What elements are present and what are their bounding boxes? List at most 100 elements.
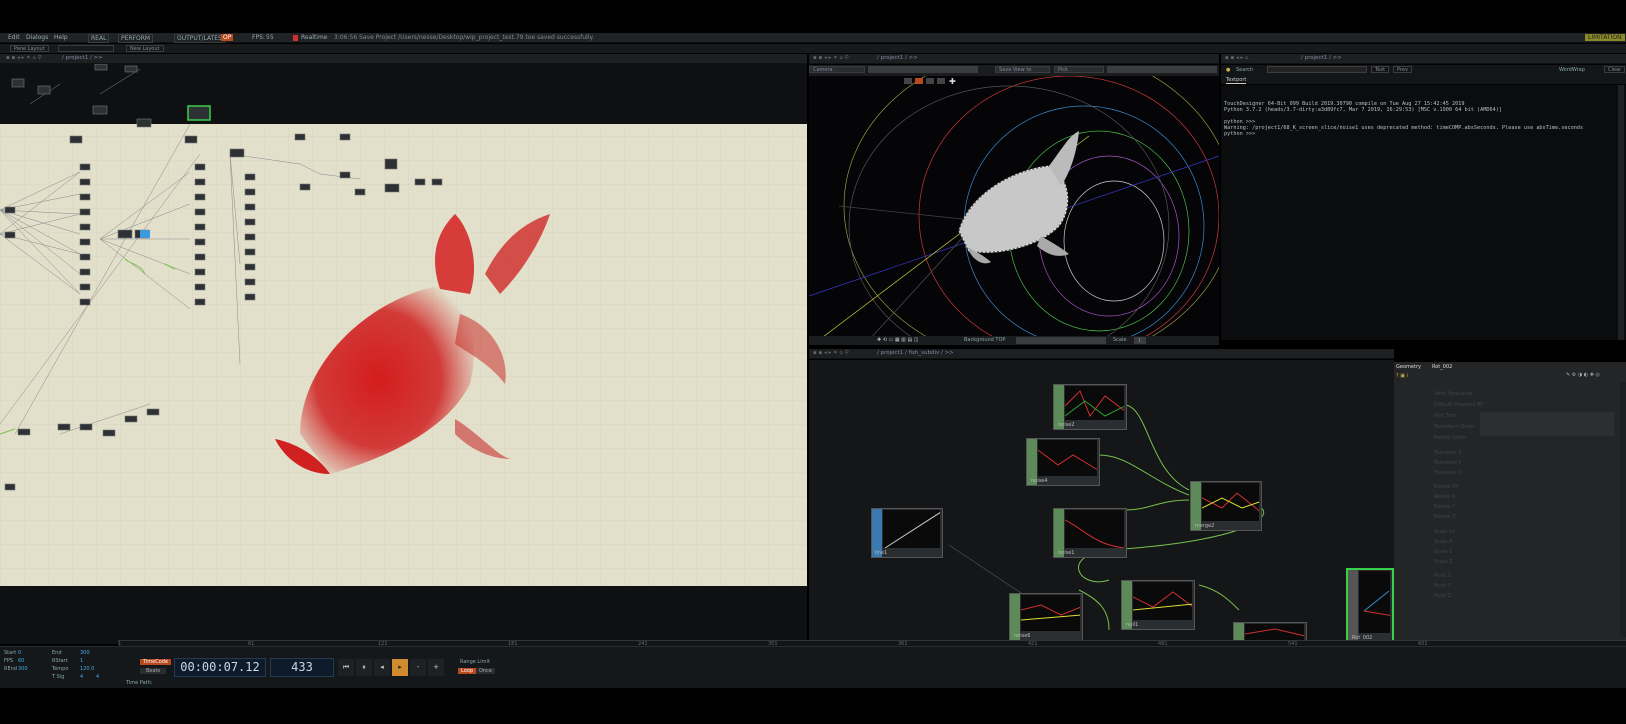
param-row[interactable]: Pivot Y: [1434, 583, 1451, 589]
selected-node[interactable]: [187, 105, 211, 121]
once-toggle[interactable]: Once: [476, 668, 495, 674]
textport-output[interactable]: TouchDesigner 64-Bit 099 Build 2019.3079…: [1221, 85, 1626, 340]
beats-toggle[interactable]: Beats: [140, 668, 167, 674]
3d-viewer[interactable]: ✚: [809, 76, 1219, 340]
output-button[interactable]: OUTPUT/LATES: [174, 34, 225, 43]
new-layout-button[interactable]: New Layout: [126, 45, 164, 52]
3d-viewport-graphic[interactable]: ✚: [809, 76, 1219, 340]
param-row[interactable]: Rotate Y: [1434, 504, 1455, 510]
stat-value[interactable]: 1: [80, 658, 83, 664]
stat-value[interactable]: 120.0: [80, 666, 94, 672]
play-button-icon[interactable]: ▸: [392, 659, 408, 676]
pane-header-icons[interactable]: ▪ ▪ ◂ ▸ ✦ ⌂ ⚲: [6, 55, 42, 61]
viewer-header-icons[interactable]: ▪ ▪ ◂ ▸ ✦ ⌂ ⚲: [813, 55, 849, 61]
node-label: null1: [1126, 622, 1139, 628]
param-row[interactable]: Transform Order: [1434, 424, 1475, 430]
camera-select[interactable]: Camera: [809, 66, 865, 73]
param-row[interactable]: Pivot Z: [1434, 593, 1451, 599]
pick-select[interactable]: Pick: [1054, 66, 1104, 73]
param-row[interactable]: Scale Y: [1434, 549, 1452, 555]
text-button[interactable]: Text: [1371, 66, 1390, 73]
param-row[interactable]: Rotate Z: [1434, 514, 1455, 520]
layout-slots[interactable]: [58, 45, 114, 52]
timecode-display[interactable]: 00:00:07.12: [174, 658, 266, 677]
param-toolbar-icons[interactable]: ✎ ⚙ ◑ ◐ ✚ ◎: [1566, 372, 1600, 378]
clear-button[interactable]: Clear: [1604, 66, 1626, 73]
stat-value[interactable]: 300: [18, 666, 28, 672]
op-badge[interactable]: OP: [221, 34, 234, 41]
node-null1[interactable]: null1: [1121, 580, 1195, 630]
stat-value[interactable]: 0: [18, 650, 21, 656]
prev-button[interactable]: Prev: [1393, 66, 1412, 73]
parameter-pane[interactable]: Geometry Rot_002 ? ▣ i ✎ ⚙ ◑ ◐ ✚ ◎ Xord …: [1394, 362, 1626, 644]
param-row[interactable]: Scale 1x: [1434, 529, 1455, 535]
textport-pane-path[interactable]: / project1 / >>: [1301, 55, 1342, 61]
pick-input[interactable]: [1107, 66, 1217, 73]
param-field-block[interactable]: [1480, 412, 1614, 436]
pane-layout-button[interactable]: Pane Layout: [10, 45, 49, 52]
background-top-input[interactable]: [1016, 337, 1106, 344]
param-row[interactable]: Translate Y: [1434, 460, 1461, 466]
step-back-button-icon[interactable]: ◂: [374, 659, 390, 676]
minus-button-icon[interactable]: -: [410, 659, 426, 676]
pause-button-icon[interactable]: ⏸: [356, 659, 372, 676]
op-name-label[interactable]: Rot_002: [1432, 364, 1452, 370]
param-row[interactable]: Rotate Order: [1434, 435, 1466, 441]
network-editor[interactable]: noise2 noise4 merge2 line1 noise1 noise6…: [809, 360, 1394, 644]
viewer-bottom-icons[interactable]: ✚ ⟲ ▭ ▦ ▥ ▤ ◫: [877, 337, 919, 343]
param-row[interactable]: Scale X: [1434, 539, 1452, 545]
stat-value[interactable]: 4: [80, 674, 83, 680]
timecode-toggle[interactable]: TimeCode: [140, 659, 172, 665]
node-line1[interactable]: line1: [871, 508, 943, 558]
left-pane-path[interactable]: / project1 / >>: [62, 55, 103, 61]
param-row[interactable]: Default Preserve RT: [1434, 402, 1483, 408]
node-noise2[interactable]: noise2: [1053, 384, 1127, 430]
camera-input[interactable]: [868, 66, 978, 73]
textport-line: Python 3.7.2 (heads/3.7-dirty:a3d89fc7, …: [1224, 107, 1502, 113]
op-type-label: Geometry: [1396, 364, 1421, 370]
menu-edit[interactable]: Edit: [8, 34, 20, 41]
param-row[interactable]: Xord Xpreserve: [1434, 391, 1473, 397]
param-row[interactable]: Translate X: [1434, 450, 1462, 456]
menu-help[interactable]: Help: [54, 34, 68, 41]
textport-scrollbar[interactable]: [1618, 85, 1624, 340]
realtime-indicator-icon[interactable]: [293, 35, 298, 41]
left-network-pane[interactable]: ▪ ▪ ◂ ▸ ✦ ⌂ ⚲ / project1 / >>: [0, 54, 807, 644]
plus-button-icon[interactable]: +: [428, 659, 444, 676]
menu-dialogs[interactable]: Dialogs: [26, 34, 48, 41]
save-view-select[interactable]: Save View to: [995, 66, 1050, 73]
param-row[interactable]: Rotate X: [1434, 494, 1455, 500]
textport-header-icons[interactable]: ▪ ▪ ◂ ▸ ⌂: [1225, 55, 1248, 61]
node-merge2[interactable]: merge2: [1190, 481, 1263, 531]
stat-value[interactable]: 60: [18, 658, 24, 664]
realtime-toggle[interactable]: Realtime: [301, 34, 328, 41]
scale-input[interactable]: 1: [1134, 337, 1146, 344]
param-help-icons[interactable]: ? ▣ i: [1396, 373, 1408, 379]
stat-value[interactable]: 300: [80, 650, 90, 656]
node-noise4[interactable]: noise4: [1026, 438, 1100, 486]
textport-tab[interactable]: Textport: [1226, 77, 1247, 84]
left-network-graph[interactable]: [0, 64, 807, 644]
loop-toggle[interactable]: Loop: [458, 668, 476, 674]
frame-display[interactable]: 433: [270, 658, 334, 677]
network-pane-path[interactable]: / project1 / fish_subdiv / >>: [877, 350, 954, 356]
wordwrap-label[interactable]: WordWrap: [1559, 67, 1585, 73]
param-row[interactable]: Pick Trim: [1434, 413, 1456, 419]
real-toggle[interactable]: REAL: [88, 34, 110, 43]
node-noise1[interactable]: noise1: [1053, 508, 1127, 558]
param-row[interactable]: Rotate XY: [1434, 484, 1458, 490]
python-icon: ●: [1226, 67, 1231, 73]
stat-label: REnd: [4, 666, 17, 672]
stat-value[interactable]: 4: [96, 674, 99, 680]
network-header-icons[interactable]: ▪ ▪ ◂ ▸ ✦ ⌂ ⚲: [813, 350, 849, 356]
param-row[interactable]: Scale Z: [1434, 559, 1452, 565]
param-row[interactable]: Translate Z: [1434, 470, 1462, 476]
param-row[interactable]: Pivot X: [1434, 573, 1451, 579]
rewind-button-icon[interactable]: ⏮: [338, 659, 354, 676]
viewer-pane-path[interactable]: / project1 / >>: [877, 55, 918, 61]
search-input[interactable]: [1267, 66, 1367, 73]
param-scrollbar[interactable]: [1620, 382, 1626, 637]
perform-button[interactable]: PERFORM: [118, 34, 154, 43]
node-rot-002[interactable]: Rot_002: [1346, 568, 1394, 644]
node-noise6[interactable]: noise6: [1009, 593, 1083, 641]
